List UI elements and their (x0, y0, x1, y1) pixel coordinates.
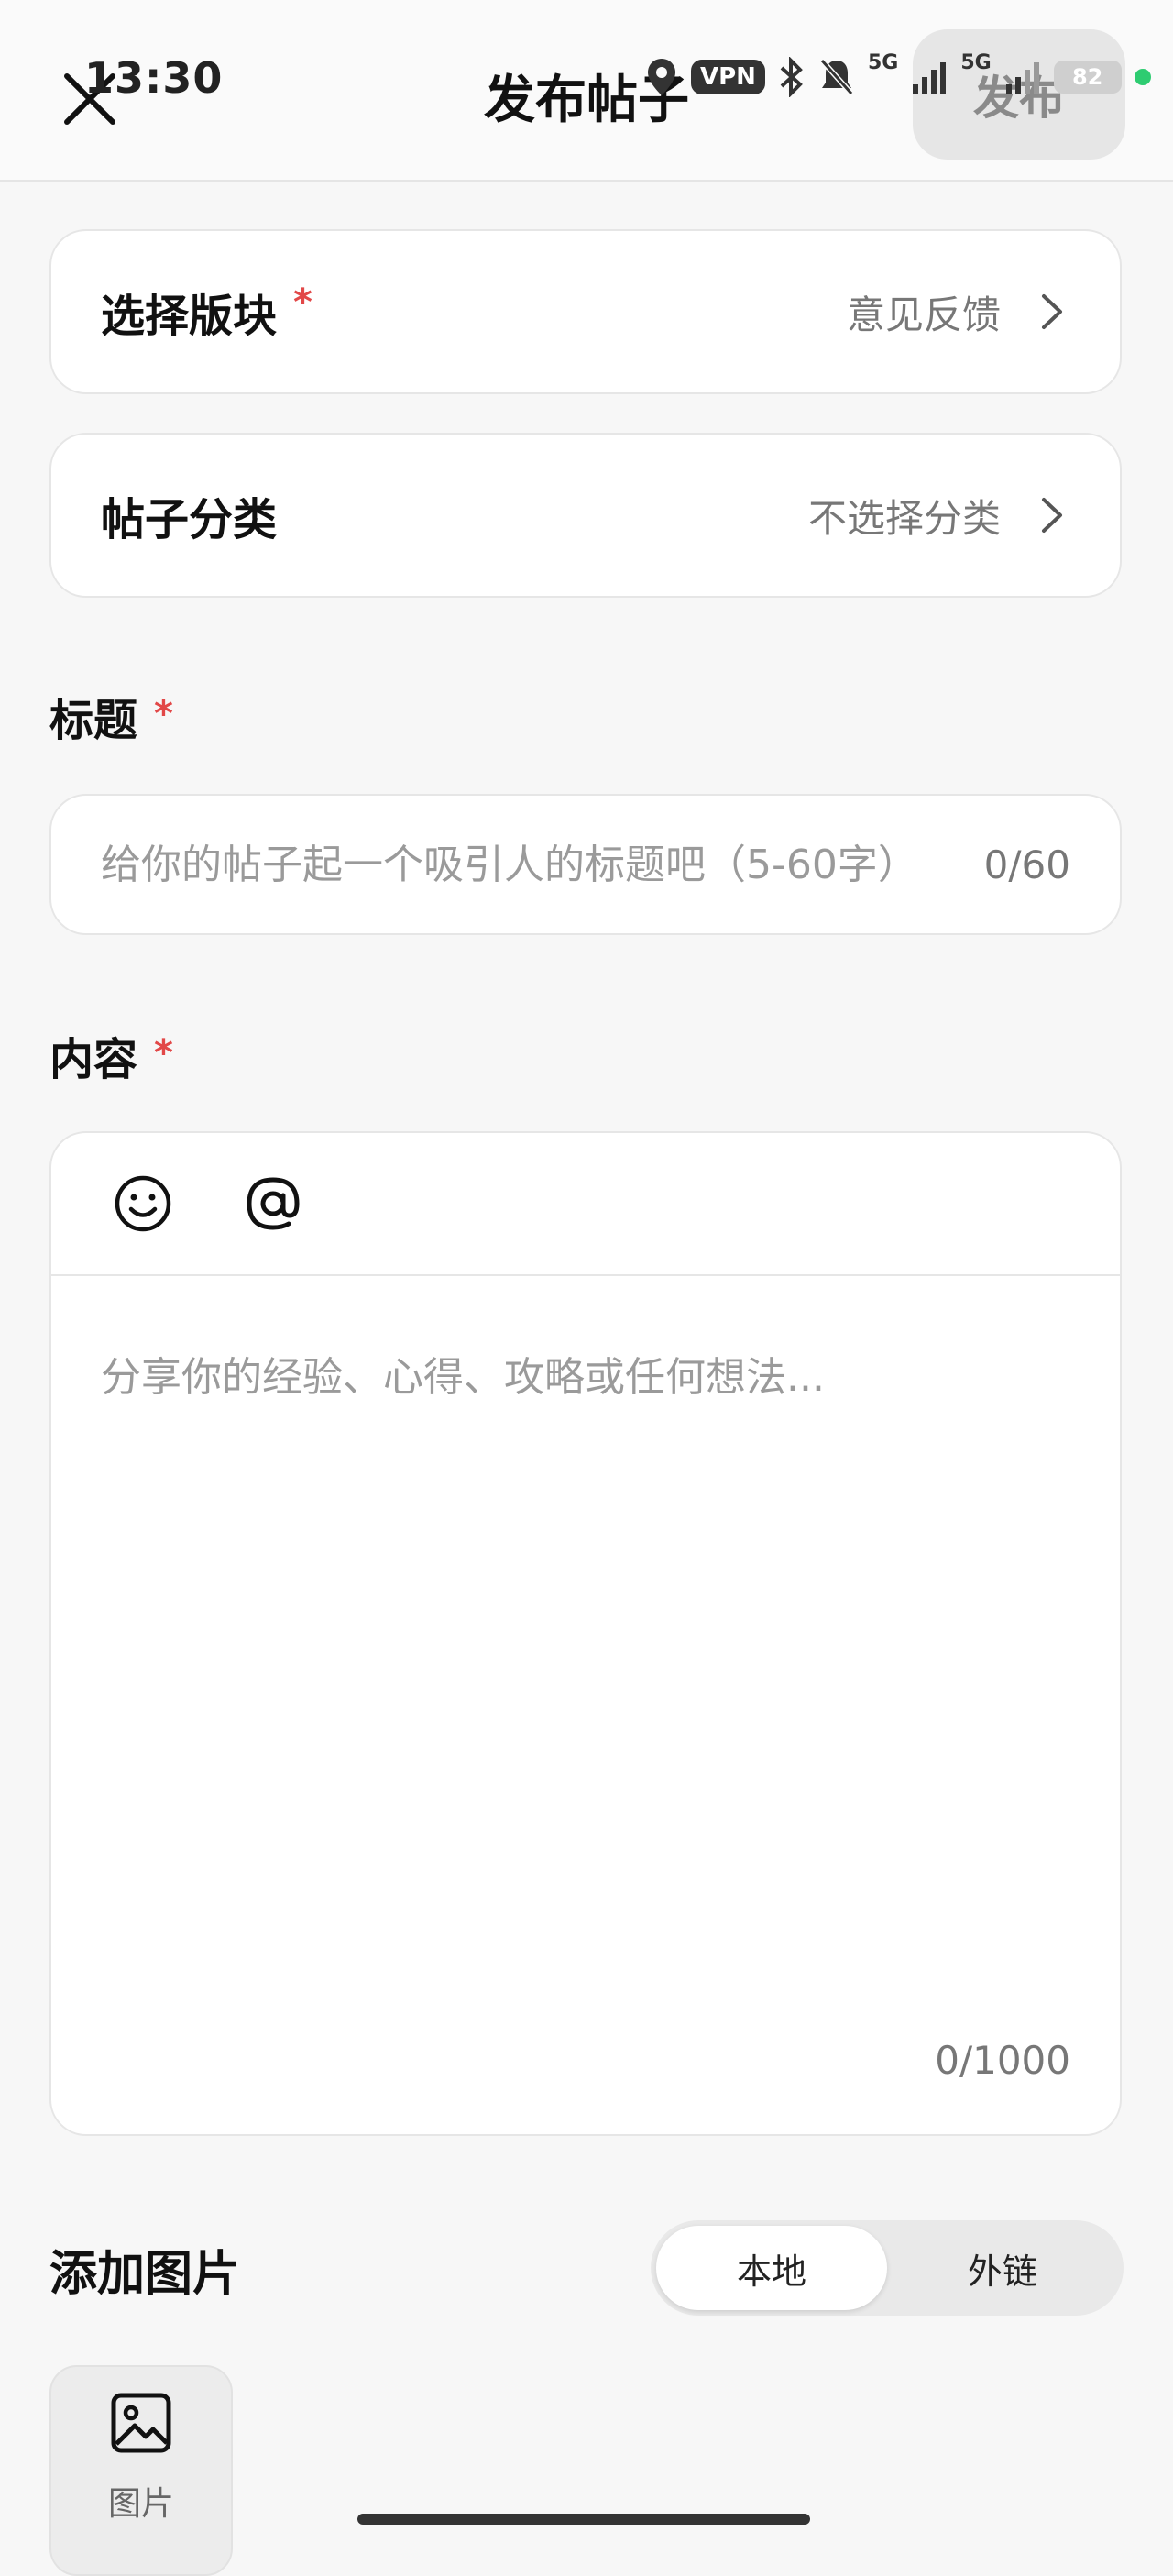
add-image-button[interactable]: 图片 (49, 2365, 233, 2576)
signal-icon-2 (1005, 62, 1039, 94)
chevron-right-icon (1034, 497, 1070, 534)
location-icon (648, 59, 675, 95)
emoji-button[interactable] (110, 1171, 176, 1237)
content-label: 内容 (49, 1034, 138, 1085)
required-mark: * (154, 693, 173, 735)
category-select-row[interactable]: 帖子分类 不选择分类 (49, 433, 1122, 598)
privacy-dot (1134, 69, 1151, 85)
image-tile-label: 图片 (107, 2485, 174, 2523)
content-editor: 0/1000 (49, 1131, 1122, 2136)
tab-local[interactable]: 本地 (656, 2226, 887, 2310)
at-sign-icon (247, 1177, 300, 1230)
content-section-label: 内容 * (49, 1023, 173, 1087)
mute-bell-icon (819, 59, 854, 95)
category-value: 不选择分类 (807, 495, 1001, 541)
title-section-label: 标题 * (49, 684, 173, 748)
title-input-container: 0/60 (49, 794, 1122, 935)
board-value: 意见反馈 (846, 292, 1001, 337)
bluetooth-icon (780, 57, 803, 97)
title-char-count: 0/60 (983, 842, 1070, 887)
required-mark: * (293, 281, 312, 324)
required-mark: * (154, 1032, 173, 1074)
home-indicator[interactable] (357, 2514, 810, 2525)
image-icon (111, 2393, 171, 2453)
content-char-count: 0/1000 (935, 2038, 1070, 2083)
board-select-row[interactable]: 选择版块 * 意见反馈 (49, 229, 1122, 394)
board-label: 选择版块 (101, 291, 278, 342)
status-icons: VPN 5G 5G 82 (645, 51, 1151, 103)
battery-indicator: 82 (1053, 61, 1122, 94)
title-input[interactable] (101, 841, 957, 888)
content-textarea[interactable] (101, 1344, 1072, 1986)
image-source-toggle: 本地 外链 (651, 2220, 1124, 2316)
title-label: 标题 (49, 695, 138, 746)
editor-toolbar (51, 1133, 1120, 1276)
mention-button[interactable] (240, 1171, 306, 1237)
status-bar: 13:30 VPN 5G 5G 82 (0, 0, 1173, 103)
status-time: 13:30 (84, 53, 224, 103)
category-label: 帖子分类 (101, 494, 278, 545)
emoji-icon (115, 1175, 171, 1232)
network-type-2: 5G (960, 51, 992, 74)
vpn-badge: VPN (691, 60, 765, 94)
signal-icon (913, 62, 947, 94)
chevron-right-icon (1034, 293, 1070, 330)
add-image-label: 添加图片 (49, 2247, 241, 2302)
network-type-1: 5G (867, 51, 899, 74)
tab-external-link[interactable]: 外链 (887, 2226, 1118, 2310)
